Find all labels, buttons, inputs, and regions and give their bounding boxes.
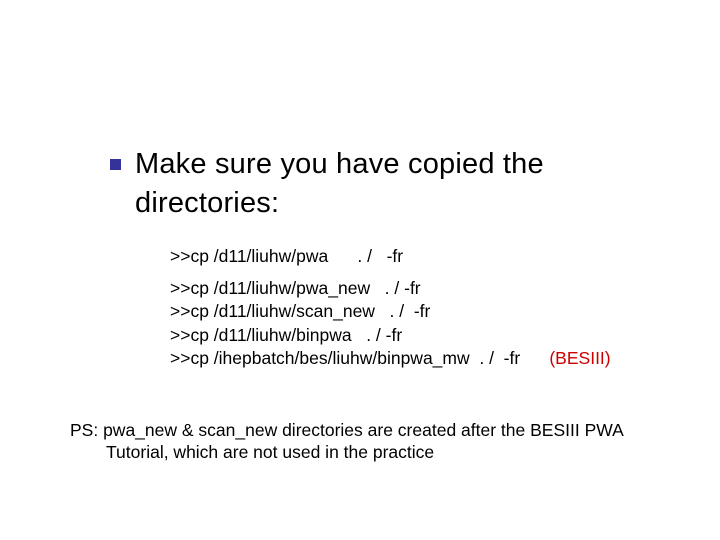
command-line: >>cp /d11/liuhw/scan_new . / -fr <box>170 303 670 321</box>
command-line: >>cp /d11/liuhw/pwa . / -fr <box>170 248 670 266</box>
command-text: >>cp /ihepbatch/bes/liuhw/binpwa_mw . / … <box>170 348 549 368</box>
postscript-text: PS: pwa_new & scan_new directories are c… <box>70 420 650 464</box>
bullet-icon <box>110 159 121 170</box>
annotation-besiii: (BESIII) <box>549 348 610 368</box>
command-line: >>cp /d11/liuhw/pwa_new . / -fr <box>170 280 670 298</box>
slide: Make sure you have copied the directorie… <box>0 0 720 540</box>
command-block: >>cp /d11/liuhw/pwa . / -fr >>cp /d11/li… <box>170 248 670 374</box>
main-bullet-row: Make sure you have copied the directorie… <box>110 145 650 223</box>
command-line: >>cp /d11/liuhw/binpwa . / -fr <box>170 327 670 345</box>
command-line: >>cp /ihepbatch/bes/liuhw/binpwa_mw . / … <box>170 350 670 368</box>
headline-text: Make sure you have copied the directorie… <box>135 145 650 223</box>
postscript-block: PS: pwa_new & scan_new directories are c… <box>70 420 650 464</box>
